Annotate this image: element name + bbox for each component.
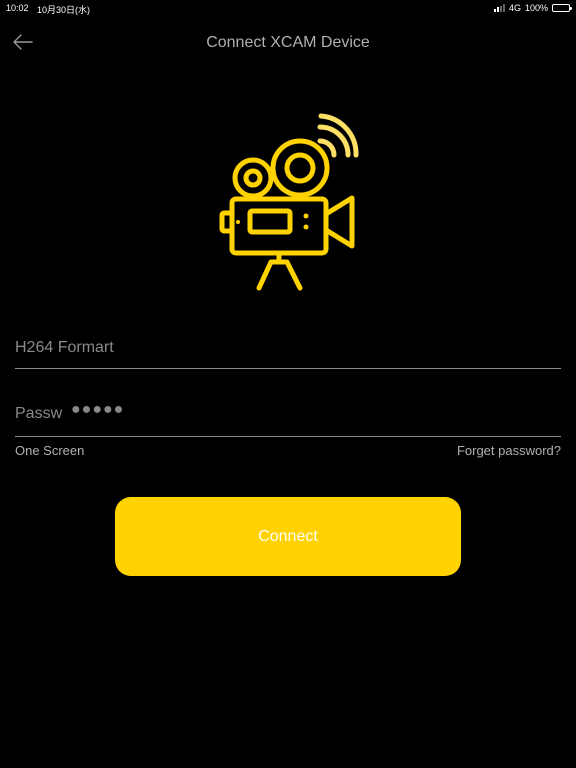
- format-field[interactable]: H264 Formart: [15, 332, 561, 369]
- status-time: 10:02: [6, 3, 29, 13]
- battery-full-icon: [552, 4, 572, 12]
- password-masked-value: ●●●●●: [71, 401, 125, 418]
- status-indicators: 4G 100%: [493, 2, 572, 14]
- status-bar: 10:02 10月30日(水) 4G 100%: [0, 0, 576, 16]
- connect-button[interactable]: Connect: [115, 497, 461, 576]
- format-field-label: H264 Formart: [15, 339, 114, 356]
- page-title: Connect XCAM Device: [206, 34, 370, 51]
- one-screen-link[interactable]: One Screen: [15, 443, 84, 458]
- password-field[interactable]: Passw ●●●●●: [15, 398, 561, 437]
- signal-bars-icon: [493, 4, 505, 12]
- battery-percentage: 100%: [524, 3, 548, 13]
- video-camera-wifi-icon: [219, 113, 359, 291]
- form-links: One Screen Forget password?: [15, 443, 561, 461]
- status-date: 10月30日(水): [37, 5, 91, 15]
- navigation-bar: Connect XCAM Device: [0, 24, 576, 60]
- network-type: 4G: [508, 3, 521, 13]
- password-field-label: Passw: [15, 405, 63, 422]
- forgot-password-link[interactable]: Forget password?: [457, 443, 561, 458]
